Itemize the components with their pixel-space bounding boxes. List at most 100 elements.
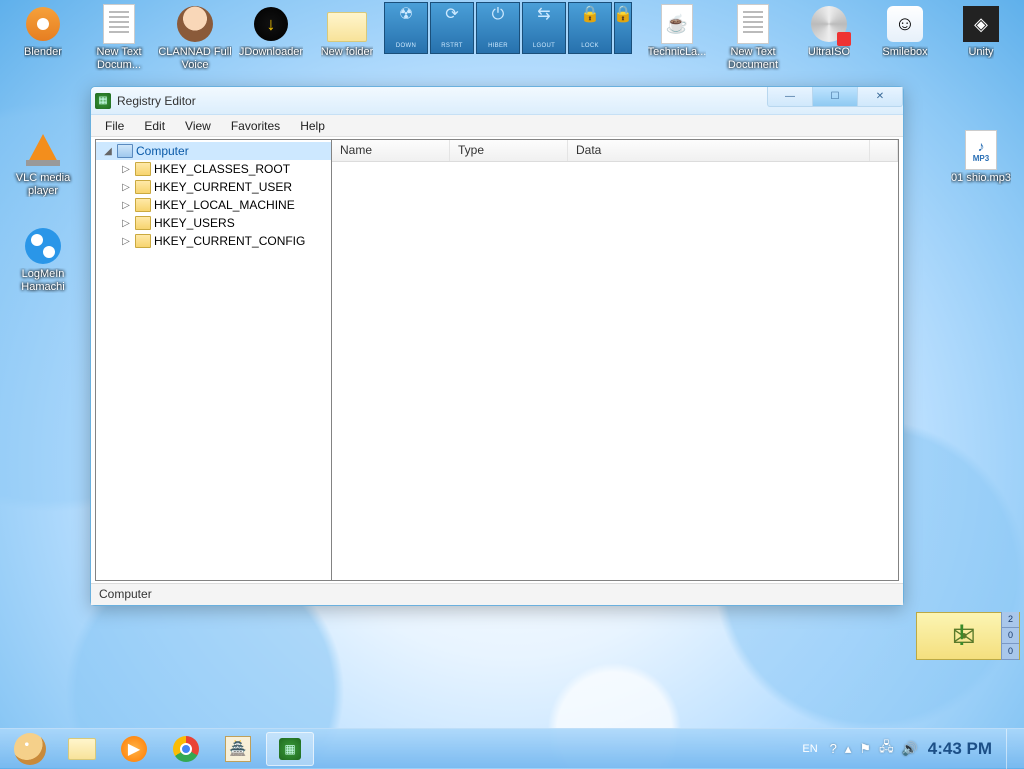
logout-icon: ⇆ — [537, 7, 550, 23]
taskbar-app[interactable]: 🏯 — [214, 732, 262, 766]
desktop-icon-mp3[interactable]: ♪MP3 01 shio.mp3 — [944, 130, 1018, 185]
collapse-icon[interactable]: ◢ — [102, 146, 114, 157]
text-file-icon — [99, 4, 139, 44]
expand-icon[interactable]: ▷ — [120, 200, 132, 211]
envelope-icon: ✉! — [917, 619, 1001, 653]
list-view[interactable]: Name Type Data — [332, 140, 898, 580]
column-data[interactable]: Data — [568, 140, 870, 161]
desktop-icon-new-text-2[interactable]: New Text Document — [716, 4, 790, 71]
show-desktop-button[interactable] — [1006, 729, 1018, 769]
desktop-icon-unity[interactable]: ◈ Unity — [944, 4, 1018, 59]
desktop-icon-label: CLANNAD Full Voice — [158, 46, 232, 71]
menu-file[interactable]: File — [95, 117, 134, 135]
desktop-icon-jdownloader[interactable]: ↓ JDownloader — [234, 4, 308, 59]
start-icon — [14, 733, 46, 765]
blender-icon — [23, 4, 63, 44]
gadget-lock[interactable]: 🔒LOCK — [568, 2, 612, 54]
gadget-shutdown[interactable]: ☢DOWN — [384, 2, 428, 54]
network-icon[interactable]: 🖧 — [879, 738, 894, 760]
mail-counts: 2 0 0 — [1001, 612, 1019, 660]
taskbar-chrome[interactable] — [162, 732, 210, 766]
explorer-icon — [68, 738, 96, 760]
castle-icon: 🏯 — [225, 736, 251, 762]
desktop-icon-label: 01 shio.mp3 — [951, 172, 1011, 185]
window-title: Registry Editor — [117, 94, 196, 108]
tray-chevron-icon[interactable]: ▴ — [845, 741, 852, 757]
list-body[interactable] — [332, 162, 898, 580]
expand-icon[interactable]: ▷ — [120, 218, 132, 229]
desktop-icon-label: Smilebox — [882, 46, 927, 59]
list-header: Name Type Data — [332, 140, 898, 162]
desktop-icon-label: TechnicLa... — [648, 46, 707, 59]
jdownloader-icon: ↓ — [251, 4, 291, 44]
minimize-button[interactable]: ― — [767, 87, 813, 107]
gadget-restart[interactable]: ⟳RSTRT — [430, 2, 474, 54]
menu-edit[interactable]: Edit — [134, 117, 175, 135]
gadget-logout[interactable]: ⇆LGOUT — [522, 2, 566, 54]
registry-editor-window: ▦ Registry Editor ― ☐ ✕ File Edit View F… — [90, 86, 904, 606]
column-type[interactable]: Type — [450, 140, 568, 161]
taskbar-regedit[interactable]: ▦ — [266, 732, 314, 766]
help-icon[interactable]: ? — [830, 741, 837, 756]
expand-icon[interactable]: ▷ — [120, 164, 132, 175]
expand-icon[interactable]: ▷ — [120, 236, 132, 247]
taskbar-wmp[interactable]: ▶ — [110, 732, 158, 766]
unity-icon: ◈ — [961, 4, 1001, 44]
mail-gadget[interactable]: ✉! 2 0 0 — [916, 612, 1020, 660]
wmp-icon: ▶ — [121, 736, 147, 762]
chrome-icon — [173, 736, 199, 762]
desktop-icon-clannad[interactable]: CLANNAD Full Voice — [158, 4, 232, 71]
titlebar[interactable]: ▦ Registry Editor ― ☐ ✕ — [91, 87, 903, 115]
maximize-button[interactable]: ☐ — [812, 87, 858, 107]
desktop-icon-vlc[interactable]: VLC media player — [6, 130, 80, 197]
vlc-icon — [23, 130, 63, 170]
tree-node-hkcr[interactable]: ▷HKEY_CLASSES_ROOT — [114, 160, 331, 178]
system-tray: EN ? ▴ ⚑ 🖧 🔊 — [798, 738, 917, 760]
language-indicator[interactable]: EN — [798, 741, 821, 757]
column-name[interactable]: Name — [332, 140, 450, 161]
desktop-icon-label: JDownloader — [239, 46, 303, 59]
menu-help[interactable]: Help — [290, 117, 335, 135]
status-bar: Computer — [91, 583, 903, 605]
content-panes: ◢ Computer ▷HKEY_CLASSES_ROOT ▷HKEY_CURR… — [95, 139, 899, 581]
tree-node-hku[interactable]: ▷HKEY_USERS — [114, 214, 331, 232]
desktop-icon-new-text-1[interactable]: New Text Docum... — [82, 4, 156, 71]
desktop-icon-label: New Text Docum... — [82, 46, 156, 71]
desktop-icon-hamachi[interactable]: LogMeIn Hamachi — [6, 226, 80, 293]
start-button[interactable] — [6, 732, 54, 766]
desktop-icon-label: VLC media player — [6, 172, 80, 197]
desktop-icon-label: New Text Document — [716, 46, 790, 71]
desktop-icon-ultraiso[interactable]: UltraISO — [792, 4, 866, 59]
desktop-icon-blender[interactable]: Blender — [6, 4, 80, 59]
lock-icon: 🔒 — [580, 7, 600, 23]
expand-icon[interactable]: ▷ — [120, 182, 132, 193]
action-center-icon[interactable]: ⚑ — [859, 741, 871, 757]
taskbar-clock[interactable]: 4:43 PM — [918, 739, 1002, 759]
column-spacer[interactable] — [870, 140, 898, 161]
desktop-icon-technic[interactable]: ☕ TechnicLa... — [640, 4, 714, 59]
gadget-extra[interactable]: 🔒 — [614, 2, 632, 54]
menu-view[interactable]: View — [175, 117, 221, 135]
tree-node-hkcu[interactable]: ▷HKEY_CURRENT_USER — [114, 178, 331, 196]
close-button[interactable]: ✕ — [857, 87, 903, 107]
tree-view[interactable]: ◢ Computer ▷HKEY_CLASSES_ROOT ▷HKEY_CURR… — [96, 140, 332, 580]
tree-node-hkcc[interactable]: ▷HKEY_CURRENT_CONFIG — [114, 232, 331, 250]
gadget-hibernate[interactable]: ⏻HIBER — [476, 2, 520, 54]
folder-icon — [135, 198, 151, 212]
desktop-icon-label: Blender — [24, 46, 62, 59]
smilebox-icon: ☺ — [885, 4, 925, 44]
taskbar-explorer[interactable] — [58, 732, 106, 766]
desktop-icon-new-folder[interactable]: New folder — [310, 4, 384, 59]
window-controls: ― ☐ ✕ — [768, 87, 903, 107]
tree-node-computer[interactable]: ◢ Computer — [96, 142, 331, 160]
clannad-icon — [175, 4, 215, 44]
tree-node-hklm[interactable]: ▷HKEY_LOCAL_MACHINE — [114, 196, 331, 214]
lock-small-icon: 🔒 — [613, 7, 633, 23]
power-icon: ⏻ — [492, 7, 505, 23]
radiation-icon: ☢ — [399, 7, 413, 23]
menu-favorites[interactable]: Favorites — [221, 117, 290, 135]
text-file-icon — [733, 4, 773, 44]
desktop-icon-smilebox: ☺ Smilebox — [868, 4, 942, 59]
desktop-icon-label: New folder — [321, 46, 374, 59]
volume-icon[interactable]: 🔊 — [902, 741, 918, 757]
